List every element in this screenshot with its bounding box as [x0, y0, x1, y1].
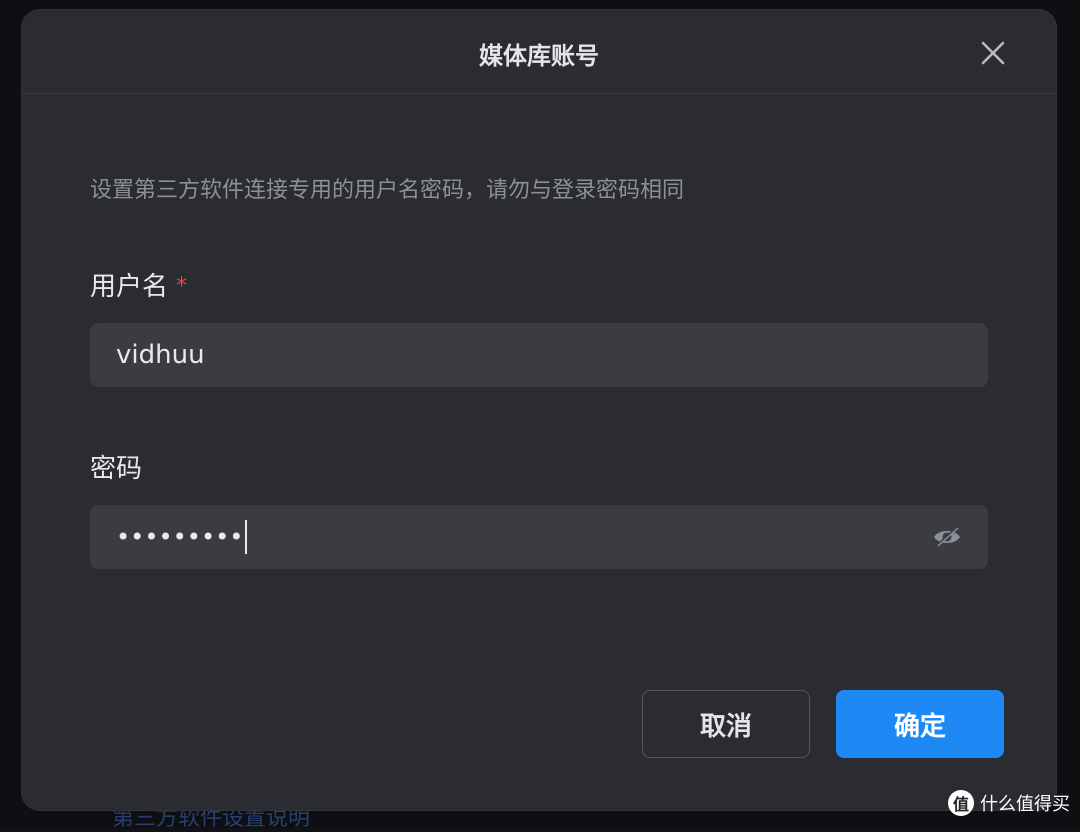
- cancel-button[interactable]: 取消: [642, 690, 810, 758]
- watermark-logo-icon: 值: [948, 790, 974, 816]
- confirm-button[interactable]: 确定: [836, 690, 1004, 758]
- password-masked-value: •••••••••: [116, 523, 244, 551]
- dialog-header: 媒体库账号: [22, 10, 1056, 94]
- close-icon: [981, 41, 1005, 65]
- dialog-title: 媒体库账号: [479, 42, 599, 70]
- username-label: 用户名 *: [90, 266, 187, 303]
- password-visibility-toggle[interactable]: [932, 525, 962, 549]
- required-mark: *: [176, 274, 188, 299]
- username-input[interactable]: [90, 323, 988, 387]
- username-label-text: 用户名: [90, 272, 169, 302]
- password-label: 密码: [90, 454, 143, 484]
- text-caret: [245, 520, 248, 554]
- dialog-description: 设置第三方软件连接专用的用户名密码，请勿与登录密码相同: [90, 178, 685, 203]
- media-library-account-dialog: 媒体库账号 设置第三方软件连接专用的用户名密码，请勿与登录密码相同 用户名 * 密…: [22, 10, 1056, 810]
- eye-hidden-icon: [934, 526, 960, 548]
- watermark: 值 什么值得买: [948, 790, 1070, 816]
- close-button[interactable]: [978, 38, 1008, 68]
- watermark-text: 什么值得买: [980, 794, 1070, 815]
- password-input[interactable]: •••••••••: [90, 505, 988, 569]
